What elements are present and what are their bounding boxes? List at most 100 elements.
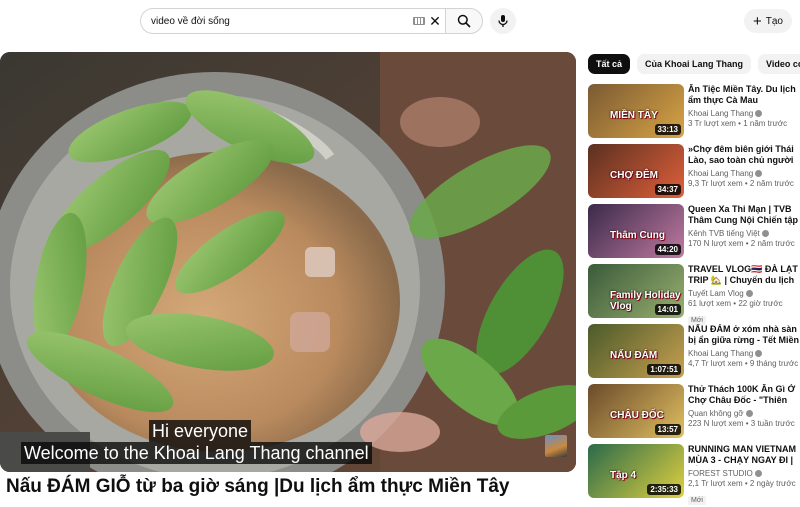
video-meta: NẤU ĐÁM ở xóm nhà sàn bị ẩn giữa rừng - … — [688, 324, 800, 369]
search-button[interactable] — [445, 8, 483, 34]
channel-name-row: Khoai Lang Thang — [688, 348, 800, 359]
chip-related[interactable]: Video có liên q — [758, 54, 800, 74]
verified-icon — [761, 230, 769, 237]
clear-icon[interactable]: ✕ — [427, 11, 443, 31]
upload-age: 3 tuần trước — [750, 419, 795, 428]
microphone-icon — [498, 15, 508, 27]
recommendation-item[interactable]: CHÂU ĐỐC 13:57 Thử Thách 100K Ăn Gì Ở Ch… — [588, 384, 800, 444]
upload-age: 22 giờ trước — [738, 299, 783, 308]
top-bar: ✕ + Tạo — [0, 0, 800, 44]
video-thumbnail[interactable]: Family Holiday Vlog 14:01 — [588, 264, 684, 318]
thumbnail-text: Tập 4 — [610, 470, 637, 481]
plus-icon: + — [753, 12, 762, 30]
video-title-link[interactable]: Queen Xa Thi Mạn | TVB Thâm Cung Nội Chi… — [688, 204, 800, 226]
video-stats: 9,3 Tr lượt xem • 2 năm trước — [688, 179, 794, 188]
upload-age: 1 năm trước — [743, 119, 788, 128]
recommendation-item[interactable]: NẤU ĐÁM 1:07:51 NẤU ĐÁM ở xóm nhà sàn bị… — [588, 324, 800, 384]
channel-name-row: Kênh TVB tiếng Việt — [688, 228, 800, 239]
verified-icon — [755, 350, 763, 357]
video-thumbnail[interactable]: CHÂU ĐỐC 13:57 — [588, 384, 684, 438]
video-player[interactable]: Hi everyone Welcome to the Khoai Lang Th… — [0, 52, 576, 472]
video-title-link[interactable]: Thử Thách 100K Ăn Gì Ở Chợ Châu Đốc - "T… — [688, 384, 800, 406]
video-thumbnail[interactable]: CHỢ ĐÊM 34:37 — [588, 144, 684, 198]
video-stats: 170 N lượt xem • 2 năm trước — [688, 239, 795, 248]
channel-name[interactable]: Tuyết Lam Vlog — [688, 289, 744, 298]
channel-name[interactable]: Khoai Lang Thang — [688, 349, 753, 358]
thumbnail-text: Thâm Cung — [610, 230, 665, 241]
video-meta: Queen Xa Thi Mạn | TVB Thâm Cung Nội Chi… — [688, 204, 800, 249]
recommendation-item[interactable]: Family Holiday Vlog 14:01 TRAVEL VLOG🇹🇭 … — [588, 264, 800, 325]
video-stats: 3 Tr lượt xem • 1 năm trước — [688, 119, 788, 128]
video-stats: 2,1 Tr lượt xem • 2 ngày trước — [688, 479, 796, 488]
video-title-link[interactable]: RUNNING MAN VIETNAM MÙA 3 - CHẠY NGAY ĐI… — [688, 444, 800, 466]
recommendation-list: MIỀN TÂY 33:13 Ăn Tiệc Miền Tây. Du lịch… — [588, 84, 800, 507]
recommendation-item[interactable]: MIỀN TÂY 33:13 Ăn Tiệc Miền Tây. Du lịch… — [588, 84, 800, 144]
new-badge: Mới — [688, 496, 706, 505]
chip-all[interactable]: Tất cả — [588, 54, 631, 74]
keyboard-icon[interactable] — [413, 17, 425, 25]
video-title: Nấu ĐÁM GIỖ từ ba giờ sáng |Du lịch ẩm t… — [6, 476, 510, 497]
search-input[interactable] — [151, 15, 411, 27]
channel-name-row: FOREST STUDIO — [688, 468, 800, 479]
channel-name[interactable]: Quan không gỡ — [688, 409, 744, 418]
recommendation-item[interactable]: Thâm Cung 44:20 Queen Xa Thi Mạn | TVB T… — [588, 204, 800, 264]
video-title-link[interactable]: TRAVEL VLOG🇹🇭 ĐÀ LẠT TRIP 🏡 | Chuyến du … — [688, 264, 800, 286]
upload-age: 2 ngày trước — [749, 479, 796, 488]
channel-name-row: Khoai Lang Thang — [688, 108, 800, 119]
video-title-link[interactable]: Ăn Tiệc Miền Tây. Du lịch ẩm thực Cà Mau — [688, 84, 800, 106]
video-meta: »Chợ đêm biên giới Thái Lào, sao toàn ch… — [688, 144, 800, 189]
upload-age: 2 năm trước — [749, 179, 794, 188]
thumbnail-text: CHỢ ĐÊM — [610, 170, 658, 181]
channel-name[interactable]: FOREST STUDIO — [688, 469, 753, 478]
verified-icon — [754, 470, 762, 477]
video-title-link[interactable]: NẤU ĐÁM ở xóm nhà sàn bị ẩn giữa rừng - … — [688, 324, 800, 346]
chip-channel[interactable]: Của Khoai Lang Thang — [637, 54, 752, 74]
recommendation-item[interactable]: Tập 4 2:35:33 RUNNING MAN VIETNAM MÙA 3 … — [588, 444, 800, 507]
video-thumbnail[interactable]: Tập 4 2:35:33 — [588, 444, 684, 498]
video-meta: Ăn Tiệc Miền Tây. Du lịch ẩm thực Cà Mau… — [688, 84, 800, 129]
view-count: 4,7 Tr lượt xem — [688, 359, 743, 368]
verified-icon — [745, 410, 753, 417]
view-count: 61 lượt xem — [688, 299, 732, 308]
view-count: 9,3 Tr lượt xem — [688, 179, 743, 188]
channel-name[interactable]: Khoai Lang Thang — [688, 169, 753, 178]
thumbnail-text: MIỀN TÂY — [610, 110, 658, 121]
channel-name-row: Quan không gỡ — [688, 408, 800, 419]
search-box[interactable]: ✕ — [140, 8, 445, 34]
caption-line-1: Hi everyone — [149, 420, 252, 442]
view-count: 170 N lượt xem — [688, 239, 744, 248]
voice-search-button[interactable] — [490, 8, 516, 34]
view-count: 223 N lượt xem — [688, 419, 744, 428]
duration-badge: 14:01 — [654, 304, 681, 315]
channel-name-row: Khoai Lang Thang — [688, 168, 800, 179]
video-thumbnail[interactable]: NẤU ĐÁM 1:07:51 — [588, 324, 684, 378]
duration-badge: 33:13 — [654, 124, 681, 135]
create-button[interactable]: + Tạo — [744, 9, 792, 33]
search-icon — [457, 14, 471, 28]
duration-badge: 34:37 — [654, 184, 681, 195]
video-meta: Thử Thách 100K Ăn Gì Ở Chợ Châu Đốc - "T… — [688, 384, 800, 429]
upload-age: 9 tháng trước — [749, 359, 799, 368]
video-thumbnail[interactable]: MIỀN TÂY 33:13 — [588, 84, 684, 138]
view-count: 3 Tr lượt xem — [688, 119, 736, 128]
thumbnail-text: NẤU ĐÁM — [610, 350, 658, 361]
duration-badge: 13:57 — [654, 424, 681, 435]
video-title-link[interactable]: »Chợ đêm biên giới Thái Lào, sao toàn ch… — [688, 144, 800, 166]
upload-age: 2 năm trước — [750, 239, 795, 248]
duration-badge: 44:20 — [654, 244, 681, 255]
video-thumbnail[interactable]: Thâm Cung 44:20 — [588, 204, 684, 258]
view-count: 2,1 Tr lượt xem — [688, 479, 743, 488]
verified-icon — [745, 290, 753, 297]
verified-icon — [755, 110, 763, 117]
channel-watermark[interactable] — [545, 435, 567, 457]
verified-icon — [755, 170, 763, 177]
recommendation-item[interactable]: CHỢ ĐÊM 34:37 »Chợ đêm biên giới Thái Là… — [588, 144, 800, 204]
duration-badge: 1:07:51 — [647, 364, 681, 375]
create-label: Tạo — [765, 15, 783, 27]
channel-name[interactable]: Kênh TVB tiếng Việt — [688, 229, 760, 238]
channel-name[interactable]: Khoai Lang Thang — [688, 109, 753, 118]
video-meta: RUNNING MAN VIETNAM MÙA 3 - CHẠY NGAY ĐI… — [688, 444, 800, 507]
duration-badge: 2:35:33 — [647, 484, 681, 495]
video-stats: 4,7 Tr lượt xem • 9 tháng trước — [688, 359, 799, 368]
channel-name-row: Tuyết Lam Vlog — [688, 288, 800, 299]
